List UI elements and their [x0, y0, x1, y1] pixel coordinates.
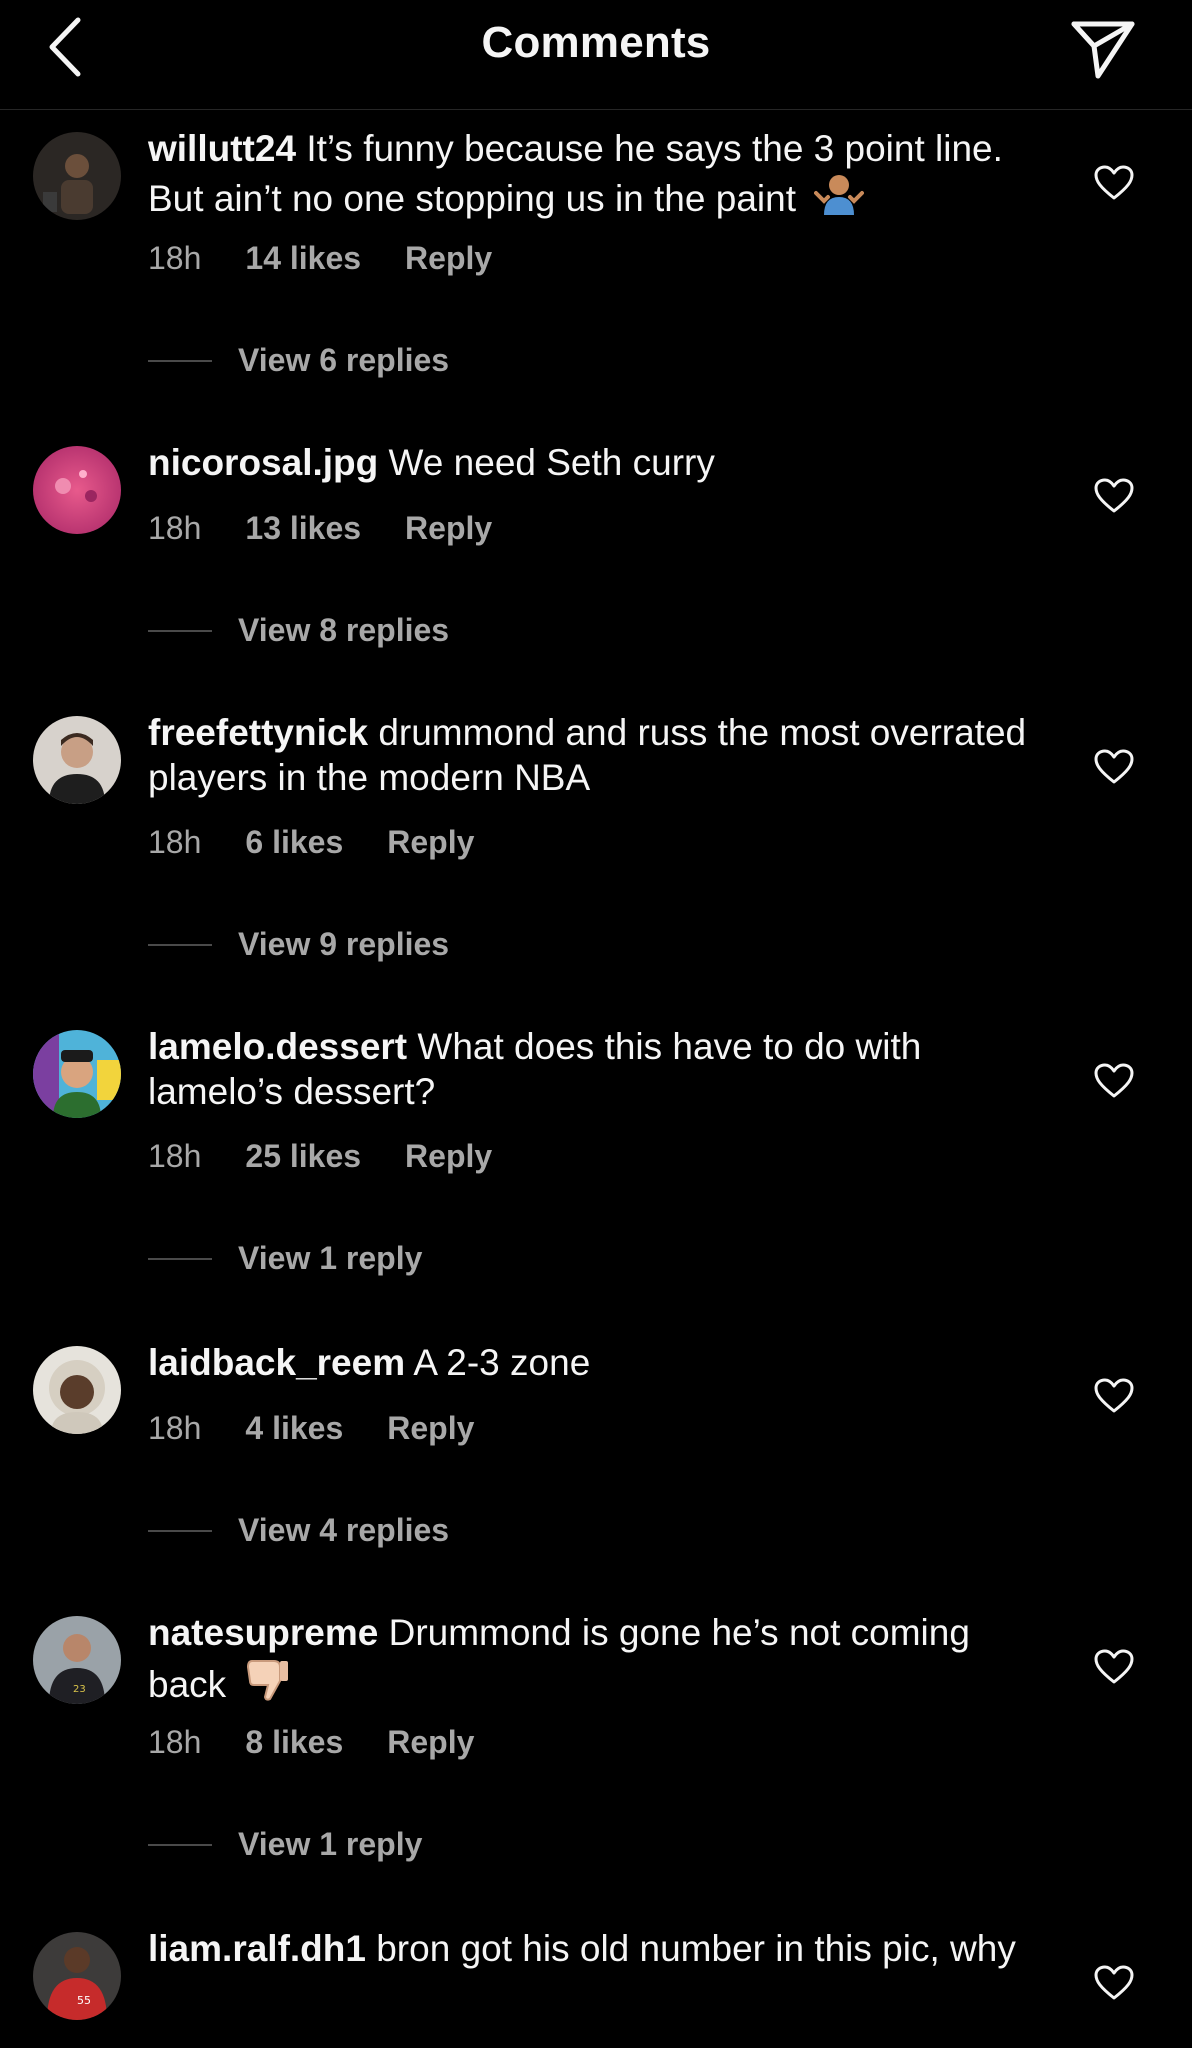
- comment-text-block: natesupreme Drummond is gone he’s not co…: [148, 1610, 1028, 1713]
- thumbs-down-emoji: [244, 1655, 292, 1713]
- view-replies-label: View 1 reply: [238, 1240, 423, 1276]
- comment-meta: 18h 8 likes Reply: [148, 1724, 518, 1761]
- view-replies-button[interactable]: View 1 reply: [148, 1240, 422, 1277]
- comment-text-block: laidback_reem A 2-3 zone: [148, 1340, 1028, 1385]
- comment-username[interactable]: nicorosal.jpg: [148, 442, 378, 483]
- paper-plane-icon: [1071, 21, 1135, 79]
- reply-button[interactable]: Reply: [387, 1410, 474, 1446]
- avatar[interactable]: [33, 1346, 121, 1434]
- comment-username[interactable]: freefettynick: [148, 712, 368, 753]
- like-button[interactable]: [1094, 165, 1134, 201]
- comment-item: laidback_reem A 2-3 zone 18h 4 likes Reply…: [0, 1326, 1192, 1640]
- comment-item: 55 liam.ralf.dh1 bron got his old number…: [0, 1912, 1192, 2048]
- comment-time: 18h: [148, 824, 202, 860]
- heart-icon: [1094, 1063, 1134, 1098]
- svg-text:55: 55: [77, 1994, 91, 2007]
- view-replies-button[interactable]: View 1 reply: [148, 1826, 422, 1863]
- reply-button[interactable]: Reply: [387, 1724, 474, 1760]
- divider: [148, 1529, 212, 1532]
- comment-likes[interactable]: 4 likes: [245, 1410, 343, 1446]
- share-button[interactable]: [1068, 16, 1138, 82]
- view-replies-button[interactable]: View 4 replies: [148, 1512, 449, 1549]
- comment-time: 18h: [148, 1724, 202, 1760]
- view-replies-button[interactable]: View 8 replies: [148, 612, 449, 649]
- comment-item: 23 natesupreme Drummond is gone he’s not…: [0, 1596, 1192, 1910]
- like-button[interactable]: [1094, 478, 1134, 514]
- divider: [148, 629, 212, 632]
- comment-text-block: freefettynick drummond and russ the most…: [148, 710, 1028, 800]
- divider: [148, 943, 212, 946]
- svg-text:23: 23: [73, 1684, 86, 1695]
- divider: [148, 1257, 212, 1260]
- reply-button[interactable]: Reply: [405, 1138, 492, 1174]
- comment-item: freefettynick drummond and russ the most…: [0, 696, 1192, 1010]
- view-replies-label: View 1 reply: [238, 1826, 423, 1862]
- comment-username[interactable]: willutt24: [148, 128, 296, 169]
- comment-text-block: willutt24 It’s funny because he says the…: [148, 126, 1028, 227]
- page-title: Comments: [481, 18, 711, 67]
- divider: [148, 1843, 212, 1846]
- comment-text: bron got his old number in this pic, why: [376, 1928, 1016, 1969]
- view-replies-label: View 9 replies: [238, 926, 450, 962]
- like-button[interactable]: [1094, 1649, 1134, 1685]
- avatar[interactable]: [33, 1030, 121, 1118]
- reply-button[interactable]: Reply: [405, 240, 492, 276]
- comment-item: lamelo.dessert What does this have to do…: [0, 1010, 1192, 1324]
- view-replies-label: View 8 replies: [238, 612, 450, 648]
- comment-likes[interactable]: 25 likes: [245, 1138, 361, 1174]
- heart-icon: [1094, 1965, 1134, 2000]
- avatar[interactable]: [33, 132, 121, 220]
- avatar[interactable]: [33, 716, 121, 804]
- comment-time: 18h: [148, 510, 202, 546]
- heart-icon: [1094, 165, 1134, 200]
- comment-meta: 18h 25 likes Reply: [148, 1138, 536, 1175]
- view-replies-label: View 4 replies: [238, 1512, 450, 1548]
- comment-text-block: liam.ralf.dh1 bron got his old number in…: [148, 1926, 1028, 1971]
- comment-time: 18h: [148, 240, 202, 276]
- heart-icon: [1094, 1649, 1134, 1684]
- heart-icon: [1094, 1378, 1134, 1413]
- comment-time: 18h: [148, 1410, 202, 1446]
- reply-button[interactable]: Reply: [405, 510, 492, 546]
- comment-meta: 18h 13 likes Reply: [148, 510, 536, 547]
- comment-likes[interactable]: 6 likes: [245, 824, 343, 860]
- like-button[interactable]: [1094, 749, 1134, 785]
- comment-text-block: nicorosal.jpg We need Seth curry: [148, 440, 1028, 485]
- person-shrugging-emoji: [814, 171, 865, 227]
- comment-likes[interactable]: 8 likes: [245, 1724, 343, 1760]
- like-button[interactable]: [1094, 1965, 1134, 2001]
- avatar[interactable]: 23: [33, 1616, 121, 1704]
- comment-username[interactable]: lamelo.dessert: [148, 1026, 407, 1067]
- comment-meta: 18h 4 likes Reply: [148, 1410, 518, 1447]
- comment-time: 18h: [148, 1138, 202, 1174]
- comment-likes[interactable]: 14 likes: [245, 240, 361, 276]
- view-replies-button[interactable]: View 9 replies: [148, 926, 449, 963]
- reply-button[interactable]: Reply: [387, 824, 474, 860]
- divider: [148, 359, 212, 362]
- comment-meta: 18h 14 likes Reply: [148, 240, 536, 277]
- heart-icon: [1094, 478, 1134, 513]
- like-button[interactable]: [1094, 1378, 1134, 1414]
- comment-username[interactable]: laidback_reem: [148, 1342, 405, 1383]
- comment-username[interactable]: liam.ralf.dh1: [148, 1928, 366, 1969]
- avatar[interactable]: 55: [33, 1932, 121, 2020]
- comment-meta: 18h 6 likes Reply: [148, 824, 518, 861]
- comment-text: A 2-3 zone: [413, 1342, 591, 1383]
- comment-text: We need Seth curry: [388, 442, 715, 483]
- like-button[interactable]: [1094, 1063, 1134, 1099]
- comment-item: willutt24 It’s funny because he says the…: [0, 112, 1192, 426]
- heart-icon: [1094, 749, 1134, 784]
- comment-text-block: lamelo.dessert What does this have to do…: [148, 1024, 1028, 1114]
- comment-username[interactable]: natesupreme: [148, 1612, 378, 1653]
- comment-likes[interactable]: 13 likes: [245, 510, 361, 546]
- comment-item: nicorosal.jpg We need Seth curry 18h 13 l…: [0, 426, 1192, 740]
- top-bar: Comments: [0, 0, 1192, 110]
- view-replies-label: View 6 replies: [238, 342, 450, 378]
- avatar[interactable]: [33, 446, 121, 534]
- view-replies-button[interactable]: View 6 replies: [148, 342, 449, 379]
